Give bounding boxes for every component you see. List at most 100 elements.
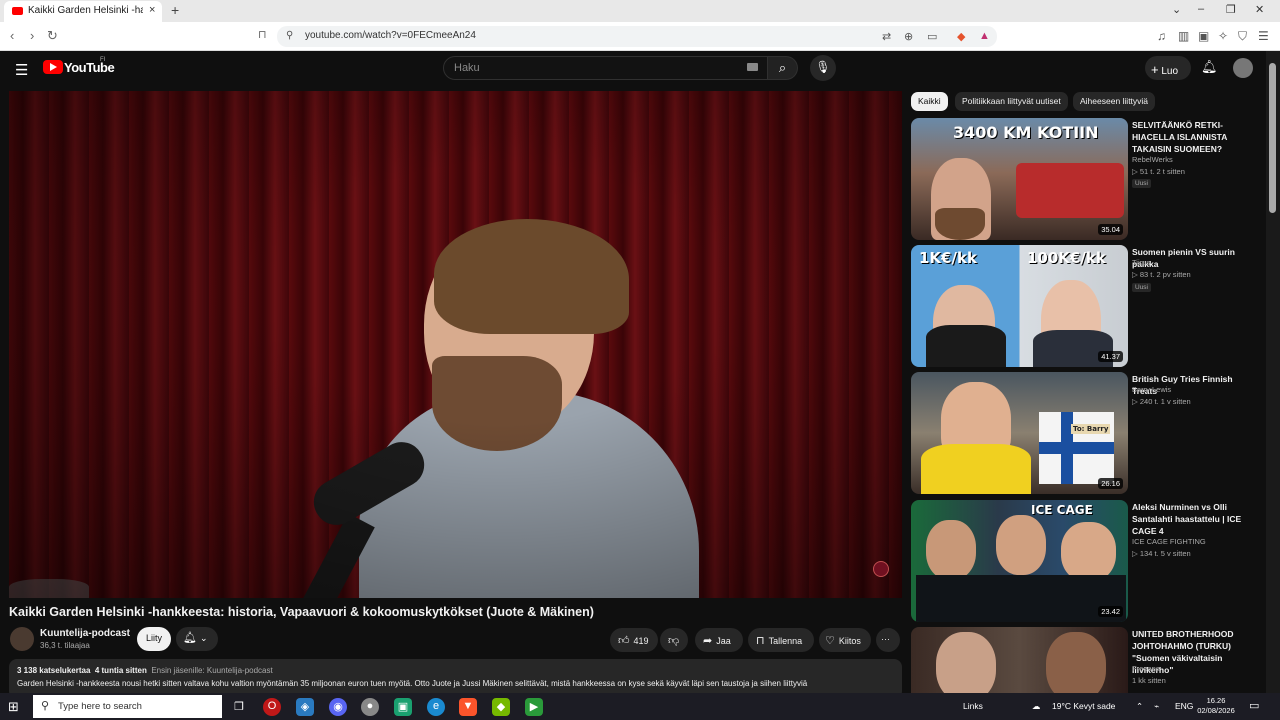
scrollbar-thumb[interactable] <box>1269 63 1276 213</box>
brave-rewards-icon[interactable]: ▲ <box>979 30 990 42</box>
cast-icon[interactable]: ▭ <box>927 30 937 43</box>
language-indicator[interactable]: ENG <box>1175 701 1193 711</box>
terminal-icon[interactable]: ▣ <box>394 698 412 716</box>
zoom-icon[interactable]: ⊕ <box>904 30 913 43</box>
tab-list-chevron-icon[interactable]: ⌄ <box>1172 3 1181 16</box>
recommendation-channel[interactable]: RebelWerks <box>1132 155 1173 164</box>
vpn-icon[interactable]: ⛉ <box>1238 29 1247 44</box>
hamburger-menu-icon[interactable]: ☰ <box>15 61 28 79</box>
like-button[interactable]: 👍︎ 419 <box>610 628 658 652</box>
view-count: 3 138 katselukertaa <box>17 666 91 675</box>
recommendation-channel[interactable]: ICE CAGE FIGHTING <box>1132 537 1206 546</box>
video-thumbnail[interactable]: 1K€/kk 100K€/kk 41.37 <box>911 245 1128 367</box>
channel-watermark-icon[interactable] <box>873 561 889 577</box>
translate-icon[interactable]: ⇄ <box>882 30 891 43</box>
description-meta: 3 138 katselukertaa 4 tuntia sitten Ensi… <box>17 666 273 675</box>
share-label: Jaa <box>716 636 731 646</box>
channel-avatar[interactable] <box>10 627 34 651</box>
back-icon[interactable]: ‹ <box>10 28 14 43</box>
forward-icon[interactable]: › <box>30 28 34 43</box>
thanks-label: Kiitos <box>838 636 861 646</box>
sidebar-icon[interactable]: ▥ <box>1178 29 1189 43</box>
dislike-button[interactable]: 👎︎ <box>660 628 688 652</box>
browser-toolbar: ‹ › ↻ ⊓ ⚲ youtube.com/watch?v=0FECmeeAn2… <box>0 22 1280 51</box>
video-thumbnail[interactable]: To: Barry 26.16 <box>911 372 1128 494</box>
recommendation-channel[interactable]: Tiirus <box>1132 258 1150 267</box>
recommendation-channel[interactable]: Freeope <box>1132 664 1160 673</box>
reload-icon[interactable]: ↻ <box>47 28 58 44</box>
search-icon: ⚲ <box>41 700 50 712</box>
network-icon[interactable]: ⌁ <box>1154 701 1159 712</box>
nvidia-icon[interactable]: ◆ <box>492 698 510 716</box>
task-view-icon[interactable]: ❐ <box>230 698 248 716</box>
recommendation-item[interactable]: 3400 KM KOTIIN 35.04 SELVITÄÄNKÖ RETKI-H… <box>911 118 1261 240</box>
chip-related[interactable]: Aiheeseen liittyviä <box>1073 92 1156 111</box>
recommendation-title[interactable]: Suomen pienin VS suurin palkka <box>1132 246 1257 270</box>
app-icon[interactable]: ● <box>361 698 379 716</box>
youtube-logo-icon[interactable] <box>43 60 63 74</box>
media-icon[interactable]: ♫ <box>1157 29 1166 43</box>
recommendation-title[interactable]: SELVITÄÄNKÖ RETKI-HIACELLA ISLANNISTA TA… <box>1132 119 1257 155</box>
thumb-jacket <box>926 325 1006 367</box>
join-button[interactable]: Liity <box>137 627 171 651</box>
notifications-bell-icon[interactable]: 🔔︎ <box>1201 59 1218 75</box>
discord-icon[interactable]: ◉ <box>329 698 347 716</box>
account-avatar[interactable] <box>1233 58 1253 78</box>
recommendation-stats: ▷ 240 t. 1 v sitten <box>1132 397 1191 406</box>
video-player[interactable] <box>9 91 902 598</box>
recommendation-channel[interactable]: Barry Lewis <box>1132 385 1171 394</box>
search-input[interactable]: Haku <box>443 56 768 80</box>
new-tab-button[interactable]: + <box>171 2 179 18</box>
site-info-icon[interactable]: ⚲ <box>286 30 293 41</box>
window-close-icon[interactable]: ✕ <box>1255 3 1264 16</box>
media-player-icon[interactable]: ▶ <box>525 698 543 716</box>
share-button[interactable]: ➦ Jaa <box>695 628 743 652</box>
wallet-icon[interactable]: ▣ <box>1198 29 1209 43</box>
recommendation-item[interactable]: To: Barry 26.16 British Guy Tries Finnis… <box>911 372 1261 494</box>
more-actions-button[interactable]: ··· <box>876 628 900 652</box>
tray-chevron-icon[interactable]: ⌃ <box>1136 701 1143 712</box>
keyboard-icon[interactable] <box>747 63 758 71</box>
youtube-logo-text[interactable]: YouTube <box>64 60 115 75</box>
thanks-button[interactable]: ♡ Kiitos <box>819 628 871 652</box>
recommendation-title[interactable]: Aleksi Nurminen vs Olli Santalahti haast… <box>1132 501 1257 537</box>
chip-politics-news[interactable]: Politiikkaan liittyvät uutiset <box>955 92 1068 111</box>
thumb-person-right <box>1046 632 1106 693</box>
browser-tab[interactable]: Kaikki Garden Helsinki -hank × <box>4 1 162 22</box>
bookmark-icon[interactable]: ⊓ <box>258 28 267 41</box>
video-thumbnail[interactable]: ICE CAGE 23.42 <box>911 500 1128 622</box>
taskbar-clock[interactable]: 16.26 02/08/2026 <box>1196 696 1236 716</box>
recommendation-item[interactable]: UNITED BROTHERHOOD JOHTOHAHMO (TURKU) "S… <box>911 627 1261 693</box>
edge-icon[interactable]: e <box>427 698 445 716</box>
weather-text[interactable]: 19°C Kevyt sade <box>1052 701 1115 711</box>
save-button[interactable]: ⊓ Tallenna <box>748 628 814 652</box>
subscription-bell-button[interactable]: 🔔︎ ⌄ <box>176 627 218 651</box>
video-thumbnail[interactable] <box>911 627 1128 693</box>
chip-all[interactable]: Kaikki <box>911 92 948 111</box>
windows-start-icon[interactable]: ⊞ <box>8 699 19 715</box>
search-button[interactable]: ⌕ <box>768 56 798 80</box>
recommendation-item[interactable]: ICE CAGE 23.42 Aleksi Nurminen vs Olli S… <box>911 500 1261 622</box>
video-thumbnail[interactable]: 3400 KM KOTIIN 35.04 <box>911 118 1128 240</box>
brave-shields-icon[interactable]: ◆ <box>957 30 965 43</box>
photos-icon[interactable]: ◈ <box>296 698 314 716</box>
minimize-icon[interactable]: – <box>1198 3 1204 15</box>
taskbar-search-placeholder: Type here to search <box>58 701 142 712</box>
opera-icon[interactable]: O <box>263 698 281 716</box>
weather-icon[interactable]: ☁ <box>1032 701 1041 712</box>
page-scrollbar[interactable] <box>1266 51 1280 693</box>
channel-name[interactable]: Kuuntelija-podcast <box>40 628 130 639</box>
tab-close-icon[interactable]: × <box>149 4 155 16</box>
brave-icon[interactable]: ▼ <box>459 698 477 716</box>
maximize-icon[interactable]: ❐ <box>1226 3 1236 16</box>
create-button[interactable]: + Luo <box>1145 56 1191 80</box>
links-toolbar[interactable]: Links <box>963 701 983 711</box>
browser-menu-icon[interactable]: ☰ <box>1258 29 1269 43</box>
leo-icon[interactable]: ✧ <box>1218 29 1228 43</box>
address-bar[interactable]: ⚲ youtube.com/watch?v=0FECmeeAn24 ⇄ ⊕ ▭ … <box>277 26 997 47</box>
recommendation-item[interactable]: 1K€/kk 100K€/kk 41.37 Suomen pienin VS s… <box>911 245 1261 367</box>
notifications-icon[interactable]: ▭ <box>1249 699 1259 712</box>
heart-dollar-icon: ♡ <box>825 635 835 647</box>
voice-search-button[interactable]: 🎙︎ <box>810 55 836 81</box>
taskbar-search-input[interactable]: ⚲ Type here to search <box>33 695 222 718</box>
